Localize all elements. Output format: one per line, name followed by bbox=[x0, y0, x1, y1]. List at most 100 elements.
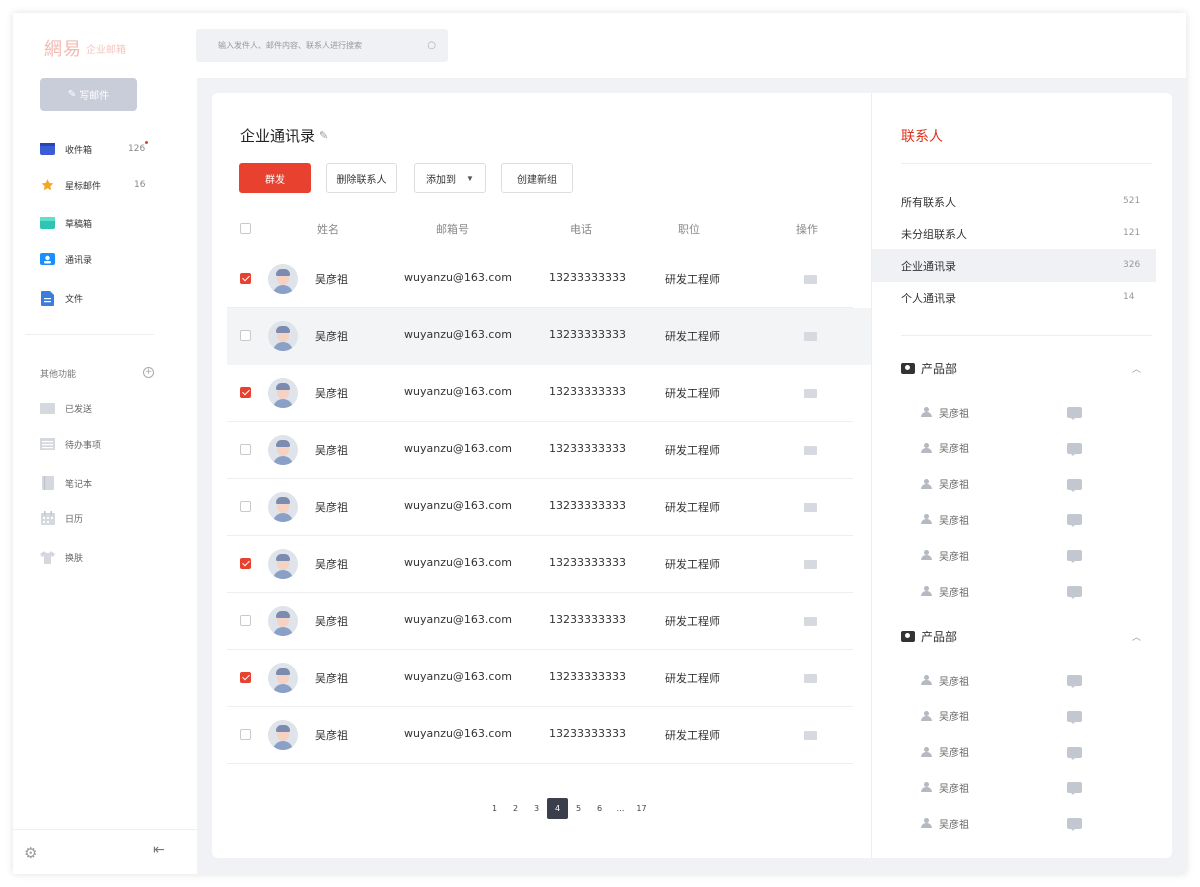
table-row[interactable]: 吴彦祖 wuyanzu@163.com 13233333333 研发工程师 bbox=[227, 479, 853, 536]
nav-item-files[interactable]: 文件 bbox=[40, 286, 170, 310]
page-6[interactable]: 6 bbox=[589, 798, 610, 819]
add-function-icon[interactable]: + bbox=[143, 367, 154, 378]
nav-item-notebook[interactable]: 笔记本 bbox=[40, 471, 170, 495]
mail-icon[interactable] bbox=[804, 560, 817, 569]
mail-icon[interactable] bbox=[804, 674, 817, 683]
table-row[interactable]: 吴彦祖 wuyanzu@163.com 13233333333 研发工程师 bbox=[227, 536, 853, 593]
page-4[interactable]: 4 bbox=[547, 798, 568, 819]
row-checkbox[interactable] bbox=[240, 672, 251, 683]
mass-send-button[interactable]: 群发 bbox=[239, 163, 311, 193]
mail-icon[interactable] bbox=[804, 503, 817, 512]
group-member[interactable]: 吴彦祖 bbox=[921, 706, 1091, 726]
contact-title: 研发工程师 bbox=[665, 330, 720, 343]
row-checkbox[interactable] bbox=[240, 558, 251, 569]
contact-email: wuyanzu@163.com bbox=[404, 385, 512, 398]
group-name: 产品部 bbox=[921, 361, 958, 376]
nav-item-inbox[interactable]: 收件箱 126 bbox=[40, 137, 170, 161]
group-header[interactable]: 产品部 ︿ bbox=[901, 626, 1141, 646]
group-member[interactable]: 吴彦祖 bbox=[921, 813, 1091, 833]
group-member[interactable]: 吴彦祖 bbox=[921, 545, 1091, 565]
nav-item-starred[interactable]: 星标邮件 16 bbox=[40, 173, 170, 197]
page-5[interactable]: 5 bbox=[568, 798, 589, 819]
contact-name: 吴彦祖 bbox=[315, 558, 348, 571]
row-checkbox[interactable] bbox=[240, 273, 251, 284]
message-icon[interactable] bbox=[1067, 550, 1082, 564]
group-member[interactable]: 吴彦祖 bbox=[921, 474, 1091, 494]
group-header[interactable]: 产品部 ︿ bbox=[901, 358, 1141, 378]
group-member[interactable]: 吴彦祖 bbox=[921, 438, 1091, 458]
collapse-sidebar-icon[interactable]: ⇤ bbox=[153, 842, 165, 858]
edit-title-icon[interactable]: ✎ bbox=[319, 129, 328, 142]
group-name: 产品部 bbox=[921, 629, 958, 644]
message-icon[interactable] bbox=[1067, 514, 1082, 528]
table-row[interactable]: 吴彦祖 wuyanzu@163.com 13233333333 研发工程师 bbox=[227, 707, 853, 764]
group-member[interactable]: 吴彦祖 bbox=[921, 670, 1091, 690]
gear-icon[interactable]: ⚙ bbox=[24, 844, 37, 862]
contact-email: wuyanzu@163.com bbox=[404, 556, 512, 569]
message-icon[interactable] bbox=[1067, 407, 1082, 420]
message-icon[interactable] bbox=[1067, 586, 1082, 599]
chevron-up-icon[interactable]: ︿ bbox=[1132, 362, 1141, 375]
inbox-icon bbox=[40, 143, 55, 156]
page-17[interactable]: 17 bbox=[631, 798, 652, 819]
contact-title: 研发工程师 bbox=[665, 501, 720, 514]
group-member[interactable]: 吴彦祖 bbox=[921, 509, 1091, 529]
message-icon[interactable] bbox=[1067, 746, 1082, 760]
member-name: 吴彦祖 bbox=[939, 748, 969, 760]
nav-item-sent[interactable]: 已发送 bbox=[40, 396, 170, 420]
compose-button[interactable]: ✎ 写邮件 bbox=[40, 78, 137, 111]
row-checkbox[interactable] bbox=[240, 501, 251, 512]
message-icon[interactable] bbox=[1067, 710, 1082, 724]
table-row[interactable]: 吴彦祖 wuyanzu@163.com 13233333333 研发工程师 bbox=[227, 308, 871, 365]
group-member[interactable]: 吴彦祖 bbox=[921, 742, 1091, 762]
row-checkbox[interactable] bbox=[240, 729, 251, 740]
page-3[interactable]: 3 bbox=[526, 798, 547, 819]
row-checkbox[interactable] bbox=[240, 330, 251, 341]
table-row[interactable]: 吴彦祖 wuyanzu@163.com 13233333333 研发工程师 bbox=[227, 365, 853, 422]
category-all-contacts[interactable]: 所有联系人 521 bbox=[872, 185, 1156, 218]
create-group-button[interactable]: 创建新组 bbox=[501, 163, 573, 193]
table-row[interactable]: 吴彦祖 wuyanzu@163.com 13233333333 研发工程师 bbox=[227, 593, 853, 650]
mail-icon[interactable] bbox=[804, 731, 817, 740]
group-member[interactable]: 吴彦祖 bbox=[921, 777, 1091, 797]
message-icon[interactable] bbox=[1067, 442, 1082, 456]
search-input[interactable]: 输入发件人、邮件内容、联系人进行搜索 ○ bbox=[196, 29, 448, 62]
category-ungrouped[interactable]: 未分组联系人 121 bbox=[872, 217, 1156, 250]
category-count: 14 bbox=[1123, 292, 1135, 302]
row-checkbox[interactable] bbox=[240, 387, 251, 398]
mail-icon[interactable] bbox=[804, 332, 817, 341]
row-checkbox[interactable] bbox=[240, 444, 251, 455]
group-member[interactable]: 吴彦祖 bbox=[921, 402, 1091, 422]
category-personal[interactable]: 个人通讯录 14 bbox=[872, 281, 1156, 314]
user-icon bbox=[921, 675, 932, 685]
chevron-up-icon[interactable]: ︿ bbox=[1132, 630, 1141, 643]
mail-icon[interactable] bbox=[804, 389, 817, 398]
user-icon bbox=[921, 818, 932, 829]
message-icon[interactable] bbox=[1067, 675, 1082, 688]
contact-name: 吴彦祖 bbox=[315, 501, 348, 514]
nav-item-calendar[interactable]: 日历 bbox=[40, 506, 170, 530]
row-checkbox[interactable] bbox=[240, 615, 251, 626]
page-1[interactable]: 1 bbox=[484, 798, 505, 819]
group-member[interactable]: 吴彦祖 bbox=[921, 581, 1091, 601]
message-icon[interactable] bbox=[1067, 782, 1082, 796]
add-to-dropdown[interactable]: 添加到 ▼ bbox=[414, 163, 486, 193]
mail-icon[interactable] bbox=[804, 617, 817, 626]
mail-icon[interactable] bbox=[804, 446, 817, 455]
table-row[interactable]: 吴彦祖 wuyanzu@163.com 13233333333 研发工程师 bbox=[227, 422, 853, 479]
delete-contact-button[interactable]: 删除联系人 bbox=[326, 163, 397, 193]
search-icon[interactable]: ○ bbox=[427, 40, 436, 51]
category-enterprise[interactable]: 企业通讯录 326 bbox=[872, 249, 1156, 282]
message-icon[interactable] bbox=[1067, 818, 1082, 832]
page-2[interactable]: 2 bbox=[505, 798, 526, 819]
select-all-checkbox[interactable] bbox=[240, 223, 251, 234]
table-row[interactable]: 吴彦祖 wuyanzu@163.com 13233333333 研发工程师 bbox=[227, 251, 853, 308]
mail-icon[interactable] bbox=[804, 275, 817, 284]
nav-item-drafts[interactable]: 草稿箱 bbox=[40, 211, 170, 235]
contact-name: 吴彦祖 bbox=[315, 729, 348, 742]
message-icon[interactable] bbox=[1067, 478, 1082, 492]
nav-item-contacts[interactable]: 通讯录 bbox=[40, 247, 170, 271]
nav-item-skin[interactable]: 换肤 bbox=[40, 545, 170, 569]
nav-item-todo[interactable]: 待办事项 bbox=[40, 432, 170, 456]
table-row[interactable]: 吴彦祖 wuyanzu@163.com 13233333333 研发工程师 bbox=[227, 650, 853, 707]
